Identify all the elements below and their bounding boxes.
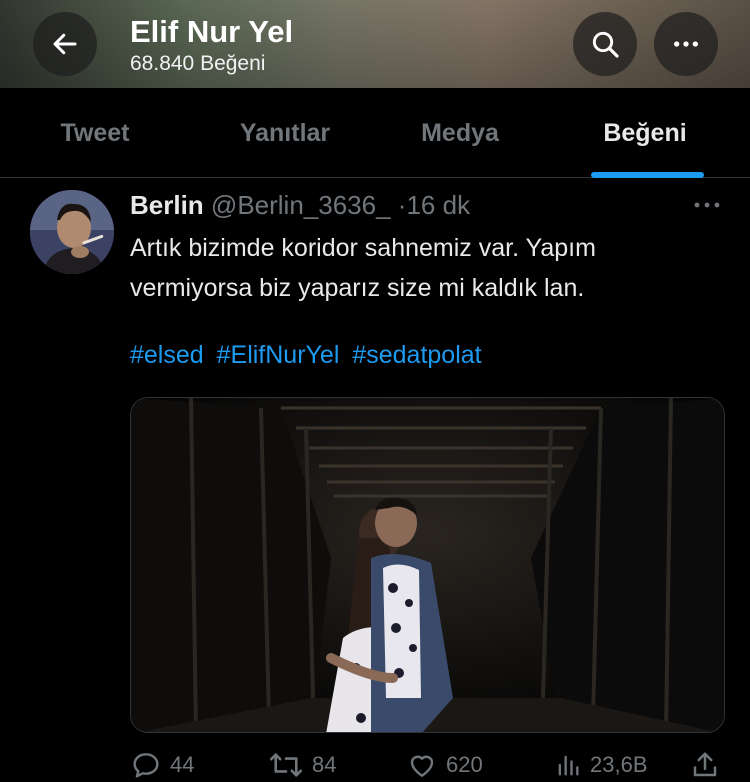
like-button[interactable]: 620 <box>406 748 483 782</box>
profile-name: Elif Nur Yel <box>130 14 294 49</box>
back-button[interactable] <box>33 12 97 76</box>
hashtag-link[interactable]: #ElifNurYel <box>217 341 340 369</box>
tweet-actions: 44 84 620 23,6B <box>130 748 725 782</box>
more-horizontal-icon <box>694 202 720 208</box>
search-button[interactable] <box>573 12 637 76</box>
reply-count: 44 <box>170 752 195 777</box>
hashtag-link[interactable]: #sedatpolat <box>352 341 481 369</box>
like-count: 620 <box>446 752 483 777</box>
hashtag-link[interactable]: #elsed <box>130 341 204 369</box>
reply-icon <box>133 753 159 778</box>
views-count: 23,6B <box>590 752 648 777</box>
views-button[interactable]: 23,6B <box>554 748 648 782</box>
tab-replies[interactable]: Yanıtlar <box>190 88 380 178</box>
tweet-timestamp[interactable]: 16 dk <box>406 190 470 220</box>
more-button[interactable] <box>654 12 718 76</box>
arrow-left-icon <box>53 33 77 55</box>
active-tab-indicator <box>591 172 704 178</box>
profile-header: Elif Nur Yel 68.840 Beğeni <box>0 0 750 88</box>
tab-tweet[interactable]: Tweet <box>0 88 190 178</box>
more-horizontal-icon <box>674 41 698 47</box>
reply-button[interactable]: 44 <box>130 748 194 782</box>
tweet-header: Berlin @Berlin_3636_ ·16 dk <box>130 190 470 221</box>
search-icon <box>592 31 619 58</box>
author-name[interactable]: Berlin <box>130 190 204 220</box>
avatar[interactable] <box>30 190 114 274</box>
retweet-button[interactable]: 84 <box>268 748 336 782</box>
tweet-more-button[interactable] <box>691 190 723 220</box>
tab-media[interactable]: Medya <box>370 88 550 178</box>
author-handle[interactable]: @Berlin_3636_ <box>211 190 391 220</box>
tweet-hashtags: #elsed #ElifNurYel #sedatpolat <box>130 341 488 370</box>
likes-count: 68.840 Beğeni <box>130 52 266 75</box>
profile-tabs: Tweet Yanıtlar Medya Beğeni <box>0 88 750 178</box>
bar-chart-icon <box>558 755 579 776</box>
retweet-count: 84 <box>312 752 337 777</box>
heart-icon <box>410 755 434 777</box>
tab-likes[interactable]: Beğeni <box>550 88 740 178</box>
share-icon <box>693 752 717 777</box>
tweet-text: Artık bizimde koridor sahnemiz var. Yapı… <box>130 234 596 302</box>
retweet-icon <box>269 753 303 777</box>
share-button[interactable] <box>690 748 728 782</box>
tweet-media-image[interactable] <box>130 397 725 733</box>
